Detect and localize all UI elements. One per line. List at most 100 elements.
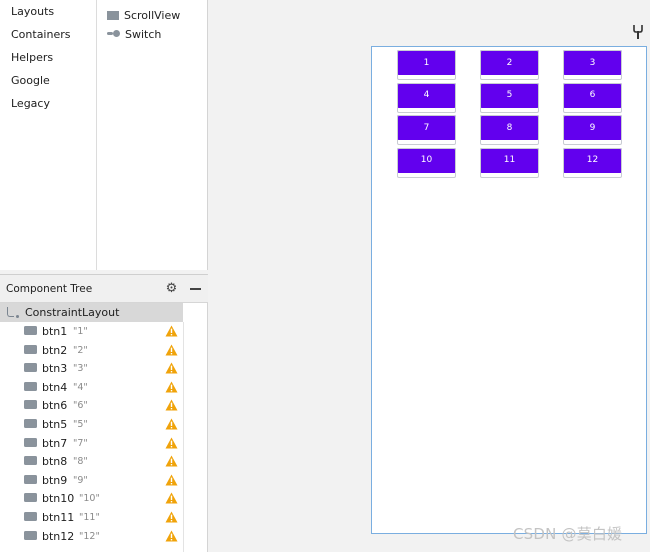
tree-row-btn7[interactable]: btn7 "7" bbox=[0, 434, 183, 452]
preview-button-7[interactable]: 7 bbox=[397, 115, 456, 145]
preview-button-2[interactable]: 2 bbox=[480, 50, 539, 80]
tree-row-btn8[interactable]: btn8 "8" bbox=[0, 452, 183, 470]
tree-row-id: btn5 bbox=[42, 418, 68, 431]
palette-categories: Layouts Containers Helpers Google Legacy bbox=[0, 0, 97, 270]
tree-row-btn6[interactable]: btn6 "6" bbox=[0, 396, 183, 414]
palette-panel: Layouts Containers Helpers Google Legacy… bbox=[0, 0, 208, 270]
button-icon bbox=[24, 493, 37, 503]
tree-row-id: btn12 bbox=[42, 529, 75, 543]
device-preview[interactable]: 1 2 3 4 5 6 7 8 9 10 11 12 bbox=[371, 46, 647, 534]
preview-button-label: 9 bbox=[563, 115, 622, 140]
tree-row-id: btn9 bbox=[42, 473, 68, 487]
palette-category-layouts[interactable]: Layouts bbox=[11, 5, 54, 18]
button-icon bbox=[24, 474, 37, 484]
tree-row-id: btn4 bbox=[42, 380, 68, 394]
button-icon bbox=[24, 419, 37, 428]
preview-button-1[interactable]: 1 bbox=[397, 50, 456, 80]
tree-row-text: "8" bbox=[73, 456, 88, 468]
palette-category-helpers[interactable]: Helpers bbox=[11, 51, 53, 64]
palette-item-label: ScrollView bbox=[124, 8, 181, 22]
tree-row-id: btn3 bbox=[42, 362, 68, 376]
tree-row-text: "11" bbox=[79, 512, 100, 523]
preview-button-8[interactable]: 8 bbox=[480, 115, 539, 145]
preview-button-6[interactable]: 6 bbox=[563, 82, 622, 113]
button-icon bbox=[24, 344, 37, 354]
preview-button-10[interactable]: 10 bbox=[397, 147, 456, 178]
tree-row-text: "10" bbox=[79, 493, 100, 505]
button-icon bbox=[24, 512, 37, 521]
tree-row-id: btn8 bbox=[42, 455, 68, 469]
tree-row-id: btn2 bbox=[42, 343, 68, 357]
warning-icon[interactable] bbox=[165, 530, 178, 542]
switch-icon bbox=[107, 30, 120, 37]
tree-row-text: "1" bbox=[73, 326, 88, 337]
palette-item-scrollview[interactable]: ScrollView bbox=[107, 7, 180, 23]
component-tree-header: Component Tree ⚙ bbox=[0, 275, 208, 303]
warning-icon[interactable] bbox=[165, 362, 178, 374]
preview-button-label: 12 bbox=[563, 147, 622, 173]
preview-button-11[interactable]: 11 bbox=[480, 147, 539, 178]
tree-row-btn2[interactable]: btn2 "2" bbox=[0, 341, 183, 359]
tree-root-label: ConstraintLayout bbox=[25, 306, 120, 319]
warning-icon[interactable] bbox=[165, 511, 178, 523]
tree-root-constraintlayout[interactable]: ConstraintLayout bbox=[0, 303, 183, 322]
button-icon bbox=[24, 326, 37, 335]
button-icon bbox=[24, 530, 37, 540]
button-icon bbox=[24, 437, 37, 447]
preview-button-9[interactable]: 9 bbox=[563, 115, 622, 145]
palette-category-containers[interactable]: Containers bbox=[11, 28, 71, 41]
minimize-icon[interactable] bbox=[190, 288, 201, 290]
warning-icon[interactable] bbox=[165, 381, 178, 393]
preview-button-label: 6 bbox=[563, 82, 622, 108]
palette-item-label: Switch bbox=[125, 27, 162, 41]
pan-tool-icon[interactable] bbox=[633, 24, 643, 39]
constraint-layout-icon bbox=[6, 306, 20, 319]
tree-row-btn1[interactable]: btn1 "1" bbox=[0, 322, 183, 340]
tree-row-btn4[interactable]: btn4 "4" bbox=[0, 378, 183, 396]
warning-icon[interactable] bbox=[165, 474, 178, 486]
tree-row-btn10[interactable]: btn10 "10" bbox=[0, 489, 183, 507]
warning-icon[interactable] bbox=[165, 437, 178, 449]
tree-row-id: btn10 bbox=[42, 492, 75, 506]
tree-row-btn12[interactable]: btn12 "12" bbox=[0, 527, 183, 545]
tree-row-btn3[interactable]: btn3 "3" bbox=[0, 359, 183, 377]
palette-items: ScrollView Switch bbox=[98, 0, 208, 270]
tree-row-id: btn7 bbox=[42, 436, 68, 450]
button-icon bbox=[24, 400, 37, 410]
palette-category-legacy[interactable]: Legacy bbox=[11, 97, 50, 110]
preview-button-label: 2 bbox=[480, 50, 539, 75]
scrollview-icon bbox=[107, 10, 119, 20]
preview-button-5[interactable]: 5 bbox=[480, 82, 539, 113]
tree-row-text: "7" bbox=[73, 437, 88, 449]
preview-button-12[interactable]: 12 bbox=[563, 147, 622, 178]
preview-button-label: 1 bbox=[397, 50, 456, 75]
preview-button-3[interactable]: 3 bbox=[563, 50, 622, 80]
tree-row-btn9[interactable]: btn9 "9" bbox=[0, 471, 183, 489]
warning-icon[interactable] bbox=[165, 325, 178, 337]
tree-row-text: "5" bbox=[73, 419, 88, 430]
palette-category-google[interactable]: Google bbox=[11, 74, 50, 87]
tree-row-btn5[interactable]: btn5 "5" bbox=[0, 415, 183, 433]
preview-button-label: 11 bbox=[480, 147, 539, 173]
preview-button-label: 8 bbox=[480, 115, 539, 140]
tree-row-text: "4" bbox=[73, 381, 88, 393]
warning-icon[interactable] bbox=[165, 399, 178, 411]
button-icon bbox=[24, 363, 37, 373]
preview-button-label: 3 bbox=[563, 50, 622, 75]
button-icon bbox=[24, 381, 37, 391]
tree-row-text: "3" bbox=[73, 363, 88, 375]
warning-icon[interactable] bbox=[165, 344, 178, 356]
tree-row-id: btn11 bbox=[42, 511, 75, 524]
warning-icon[interactable] bbox=[165, 418, 178, 430]
preview-button-4[interactable]: 4 bbox=[397, 82, 456, 113]
button-icon bbox=[24, 456, 37, 466]
preview-button-label: 5 bbox=[480, 82, 539, 108]
tree-row-btn11[interactable]: btn11 "11" bbox=[0, 508, 183, 526]
warning-icon[interactable] bbox=[165, 492, 178, 504]
warning-icon[interactable] bbox=[165, 455, 178, 467]
tree-row-id: btn1 bbox=[42, 325, 68, 338]
tree-row-text: "2" bbox=[73, 344, 88, 356]
gear-icon[interactable]: ⚙ bbox=[164, 281, 179, 296]
palette-item-switch[interactable]: Switch bbox=[107, 26, 161, 42]
tree-row-text: "6" bbox=[73, 400, 88, 412]
